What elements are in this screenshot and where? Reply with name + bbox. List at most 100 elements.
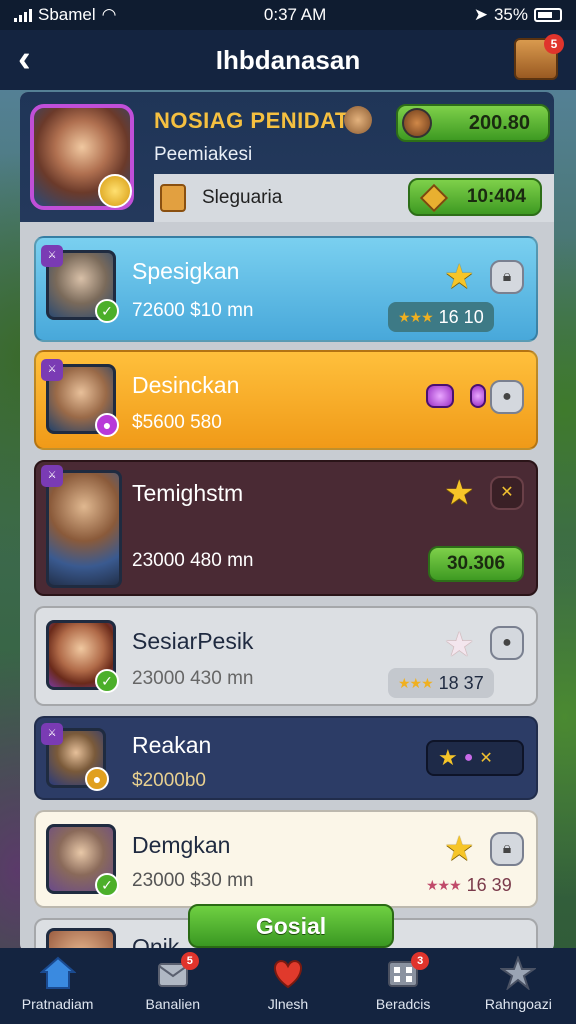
nav-item-heart[interactable]: Jlnesh bbox=[233, 956, 343, 1012]
level-icon: ⚔ bbox=[41, 723, 63, 745]
gem-badge-icon: ● bbox=[95, 413, 119, 437]
signal-icon bbox=[14, 8, 32, 22]
status-bar: Sbamel ◠ 0:37 AM ➤ 35% bbox=[0, 0, 576, 30]
avatar: ✓ bbox=[46, 620, 119, 693]
mail-icon: 5 bbox=[155, 952, 199, 990]
lock-button[interactable]: 🔒︎ bbox=[490, 832, 524, 866]
rating-badge: ★★★ 16 39 bbox=[416, 870, 522, 900]
chest-badge: 5 bbox=[544, 34, 564, 54]
profile-name: NOSIAG PENIDAT bbox=[154, 108, 349, 133]
item-value: 23000 430 mn bbox=[132, 668, 254, 689]
page-title: Ihbdanasan bbox=[215, 44, 361, 75]
currency-button-2[interactable]: 10:404 bbox=[408, 178, 542, 216]
item-value: $5600 580 bbox=[132, 412, 222, 433]
avatar: ⚔ ● bbox=[41, 359, 119, 437]
item-name: Desinckan bbox=[132, 372, 240, 398]
profile-section: NOSIAG PENIDAT Peemiakesi 200.80 Sleguar… bbox=[20, 92, 554, 222]
star-icon[interactable]: ★ bbox=[444, 832, 474, 866]
currency-button-1[interactable]: 200.80 bbox=[396, 104, 550, 142]
currency-1-value: 200.80 bbox=[468, 111, 530, 134]
item-value: 23000 $30 mn bbox=[132, 870, 254, 891]
crystal-icon bbox=[470, 384, 486, 408]
coin-icon bbox=[344, 106, 372, 134]
check-icon: ✓ bbox=[95, 669, 119, 693]
rating-stars-icon: ★★★ bbox=[398, 308, 434, 325]
item-value: $2000b0 bbox=[132, 770, 206, 791]
nav-item-star[interactable]: Rahngoazi bbox=[463, 955, 573, 1012]
carrier-label: Sbamel bbox=[38, 5, 96, 24]
header-bar: ‹ Ihbdanasan 5 bbox=[0, 30, 576, 90]
bag-icon bbox=[160, 184, 186, 212]
reward-badge[interactable]: ★ ● ✕ bbox=[426, 740, 524, 776]
star-icon[interactable]: ★ bbox=[444, 476, 474, 510]
item-name: SesiarPesik bbox=[132, 628, 254, 654]
nav-badge: 5 bbox=[180, 952, 199, 970]
list-item[interactable]: ✓ Demgkan 23000 $30 mn ★ 🔒︎ ★★★ 16 39 bbox=[34, 810, 538, 908]
main-panel: NOSIAG PENIDAT Peemiakesi 200.80 Sleguar… bbox=[20, 92, 554, 952]
rating-badge: ★★★ 18 37 bbox=[388, 668, 494, 698]
wifi-icon: ◠ bbox=[101, 5, 117, 24]
nav-item-grid[interactable]: 3 Beradcis bbox=[348, 952, 458, 1012]
check-icon: ✓ bbox=[95, 873, 119, 897]
star-icon: ★ bbox=[438, 745, 458, 770]
avatar: ⚔ ✓ bbox=[41, 245, 119, 323]
avatar: ⚔ bbox=[41, 465, 122, 588]
item-button[interactable]: ● bbox=[490, 626, 524, 660]
rating-value: 16 10 bbox=[438, 306, 484, 327]
item-button[interactable]: ● bbox=[490, 380, 524, 414]
star-icon bbox=[499, 955, 538, 991]
list-item[interactable]: ⚔ ● Desinckan $5600 580 ● bbox=[34, 350, 538, 450]
coin-badge-icon: ● bbox=[85, 767, 109, 791]
nav-label: Pratnadiam bbox=[21, 996, 94, 1012]
list-item[interactable]: ⚔ ● Reakan $2000b0 ★ ● ✕ bbox=[34, 716, 538, 800]
nav-label: Jlnesh bbox=[267, 996, 309, 1012]
avatar: ⚔ ● bbox=[41, 723, 109, 791]
social-button[interactable]: Gosial bbox=[188, 904, 394, 948]
star-outline-icon[interactable]: ★ bbox=[444, 628, 474, 662]
currency-2-value: 10:404 bbox=[466, 186, 526, 207]
back-button[interactable]: ‹ bbox=[18, 38, 31, 81]
item-name: Temighstm bbox=[132, 480, 244, 506]
battery-percent: 35% bbox=[493, 5, 528, 24]
inventory-label: Sleguaria bbox=[202, 187, 283, 208]
potion-icon bbox=[426, 384, 454, 408]
rating-stars-icon: ★★★ bbox=[426, 876, 462, 893]
bottom-nav: Pratnadiam 5 Banalien Jlnesh 3 Beradcis … bbox=[0, 948, 576, 1024]
star-icon[interactable]: ★ bbox=[444, 260, 474, 294]
item-value: 72600 $10 mn bbox=[132, 300, 254, 321]
value-button[interactable]: 30.306 bbox=[428, 546, 524, 582]
heart-icon bbox=[270, 956, 306, 990]
rating-badge: ★★★ 16 10 bbox=[388, 302, 494, 332]
item-value: 23000 480 mn bbox=[132, 550, 254, 571]
profile-avatar[interactable] bbox=[30, 104, 134, 210]
diamond-icon bbox=[419, 183, 449, 213]
home-icon bbox=[38, 956, 77, 990]
level-icon: ⚔ bbox=[41, 245, 63, 267]
lock-button[interactable]: 🔒︎ bbox=[490, 260, 524, 294]
item-name: Spesigkan bbox=[132, 258, 240, 284]
nav-badge: 3 bbox=[411, 952, 430, 970]
close-button[interactable]: ✕ bbox=[490, 476, 524, 510]
list-item[interactable]: ✓ SesiarPesik 23000 430 mn ★ ● ★★★ 18 37 bbox=[34, 606, 538, 706]
location-icon: ➤ bbox=[473, 5, 488, 24]
shield-icon bbox=[402, 108, 432, 138]
nav-label: Beradcis bbox=[375, 996, 431, 1012]
list-item[interactable]: ⚔ Temighstm 23000 480 mn ★ ✕ 30.306 bbox=[34, 460, 538, 596]
level-icon: ⚔ bbox=[41, 465, 63, 487]
potion-icon: ● bbox=[463, 749, 474, 766]
nav-item-mail[interactable]: 5 Banalien bbox=[118, 952, 228, 1012]
grid-icon: 3 bbox=[385, 952, 430, 990]
clock: 0:37 AM bbox=[263, 5, 327, 24]
battery-icon bbox=[533, 8, 562, 22]
nav-item-home[interactable]: Pratnadiam bbox=[3, 956, 113, 1012]
item-name: Demgkan bbox=[132, 832, 231, 858]
check-icon: ✓ bbox=[95, 299, 119, 323]
rating-stars-icon: ★★★ bbox=[398, 674, 434, 691]
profile-subtitle: Peemiakesi bbox=[154, 144, 253, 165]
list-item[interactable]: ⚔ ✓ Spesigkan 72600 $10 mn ★ 🔒︎ ★★★ 16 1… bbox=[34, 236, 538, 342]
rating-value: 18 37 bbox=[438, 672, 484, 693]
avatar: ✓ bbox=[46, 824, 119, 897]
chest-button[interactable]: 5 bbox=[514, 34, 564, 80]
close-icon: ✕ bbox=[479, 750, 493, 767]
nav-label: Banalien bbox=[145, 996, 201, 1012]
